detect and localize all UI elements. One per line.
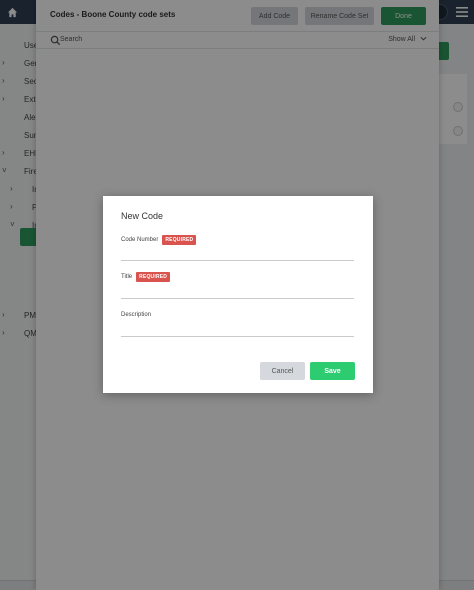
dialog-title: New Code [121,211,164,221]
save-button[interactable]: Save [310,362,355,380]
required-badge: REQUIRED [136,272,171,282]
title-field[interactable] [121,289,354,299]
required-badge: REQUIRED [162,235,197,245]
code-number-field[interactable] [121,251,354,261]
description-label-text: Description [121,312,152,318]
new-code-dialog: New Code Code Number REQUIRED Title REQU… [103,196,373,393]
title-label: Title REQUIRED [121,272,171,282]
title-label-text: Title [121,274,133,280]
description-label: Description [121,312,151,318]
code-number-label-text: Code Number [121,237,159,243]
description-field[interactable] [121,327,354,337]
cancel-button[interactable]: Cancel [260,362,305,380]
code-number-label: Code Number REQUIRED [121,235,197,245]
